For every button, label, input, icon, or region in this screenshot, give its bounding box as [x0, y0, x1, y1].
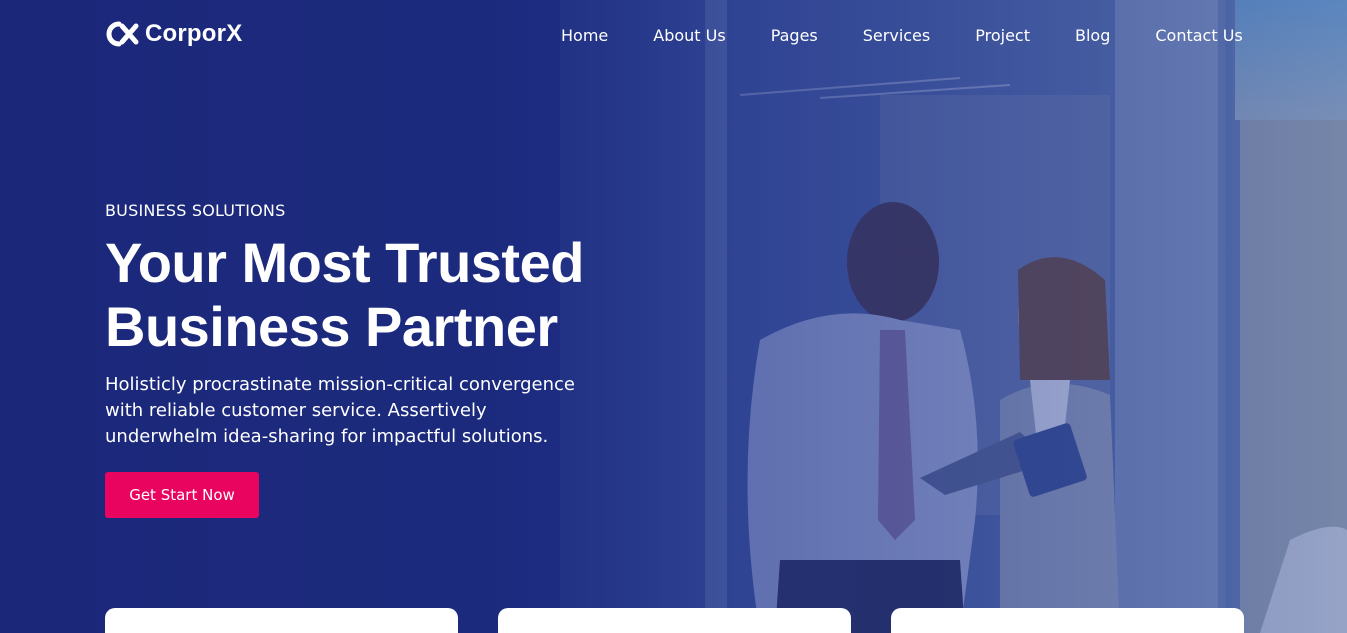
nav-item-about-us[interactable]: About Us — [653, 26, 725, 45]
hero-headline: Your Most Trusted Business Partner — [105, 231, 665, 359]
cx-logo-icon — [106, 21, 139, 47]
feature-card[interactable] — [891, 608, 1244, 633]
hero-eyebrow: BUSINESS SOLUTIONS — [105, 201, 286, 220]
get-start-now-button[interactable]: Get Start Now — [105, 472, 259, 518]
nav-item-contact-us[interactable]: Contact Us — [1155, 26, 1242, 45]
feature-card[interactable] — [105, 608, 458, 633]
hero-description: Holisticly procrastinate mission-critica… — [105, 374, 575, 447]
hero-headline-line-1: Your Most Trusted — [105, 231, 584, 294]
hero-headline-line-2: Business Partner — [105, 295, 558, 358]
feature-card[interactable] — [498, 608, 851, 633]
main-navigation: Home About Us Pages Services Project Blo… — [561, 24, 1243, 46]
brand-name: CorporX — [145, 20, 243, 47]
nav-item-home[interactable]: Home — [561, 26, 608, 45]
nav-item-services[interactable]: Services — [863, 26, 930, 45]
nav-item-project[interactable]: Project — [975, 26, 1030, 45]
hero-section: CorporX Home About Us Pages Services Pro… — [0, 0, 1347, 633]
nav-item-blog[interactable]: Blog — [1075, 26, 1110, 45]
brand-logo[interactable]: CorporX — [105, 19, 242, 49]
nav-item-pages[interactable]: Pages — [771, 26, 818, 45]
